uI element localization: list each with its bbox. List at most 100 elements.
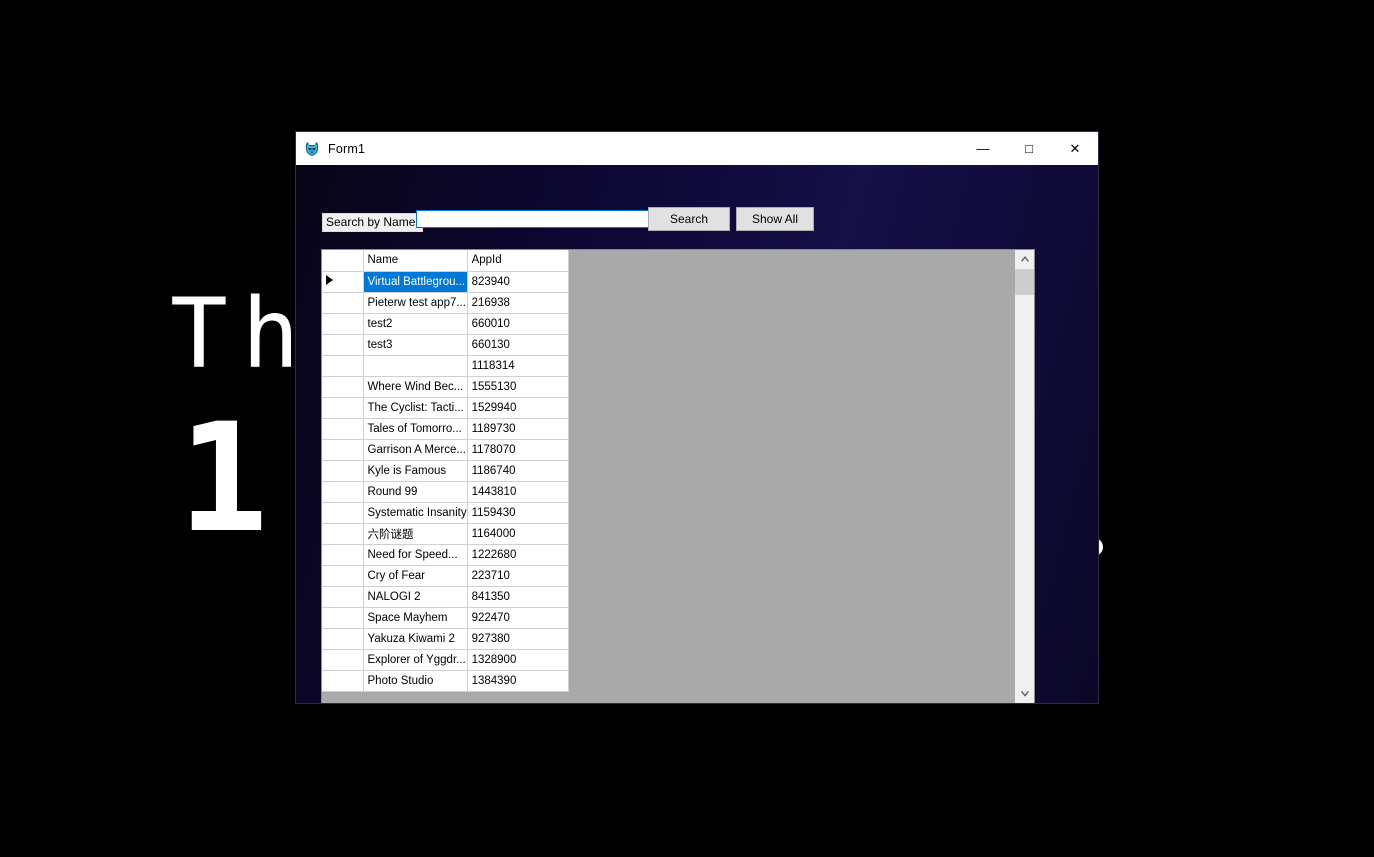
title-bar[interactable]: Form1 — □ ✕ xyxy=(296,132,1098,165)
column-header-appid[interactable]: AppId xyxy=(467,250,569,272)
search-button[interactable]: Search xyxy=(648,207,730,231)
cell-appid[interactable]: 1222680 xyxy=(467,544,569,566)
table-row[interactable]: Pieterw test app7... 216938 xyxy=(322,292,569,314)
cell-appid[interactable]: 1529940 xyxy=(467,397,569,419)
row-header-cell[interactable] xyxy=(322,607,364,629)
table-row[interactable]: test2 660010 xyxy=(322,313,569,335)
row-header-cell[interactable] xyxy=(322,439,364,461)
scrollbar-thumb[interactable] xyxy=(1015,269,1034,295)
scroll-down-arrow-icon[interactable] xyxy=(1015,685,1034,703)
table-row[interactable]: Round 99 1443810 xyxy=(322,481,569,503)
row-header-cell[interactable] xyxy=(322,397,364,419)
grid-vertical-scrollbar[interactable] xyxy=(1014,250,1034,703)
cell-appid[interactable]: 1384390 xyxy=(467,670,569,692)
cell-name[interactable]: Need for Speed... xyxy=(363,544,468,566)
cell-name[interactable]: Kyle is Famous xyxy=(363,460,468,482)
table-row[interactable]: 六阶谜题 1164000 xyxy=(322,523,569,545)
cell-name[interactable]: Tales of Tomorro... xyxy=(363,418,468,440)
table-row[interactable]: Yakuza Kiwami 2 927380 xyxy=(322,628,569,650)
row-header-cell[interactable] xyxy=(322,523,364,545)
close-button[interactable]: ✕ xyxy=(1052,132,1098,165)
row-header-cell[interactable] xyxy=(322,334,364,356)
cell-appid[interactable]: 1164000 xyxy=(467,523,569,545)
table-row[interactable]: Where Wind Bec... 1555130 xyxy=(322,376,569,398)
row-header-cell[interactable] xyxy=(322,292,364,314)
scroll-up-arrow-icon[interactable] xyxy=(1015,250,1034,268)
table-row[interactable]: Kyle is Famous 1186740 xyxy=(322,460,569,482)
cell-appid[interactable]: 1118314 xyxy=(467,355,569,377)
table-row[interactable]: Space Mayhem 922470 xyxy=(322,607,569,629)
cell-appid[interactable]: 660010 xyxy=(467,313,569,335)
cell-appid[interactable]: 1555130 xyxy=(467,376,569,398)
row-header-cell[interactable] xyxy=(322,376,364,398)
cell-name[interactable]: Garrison A Merce... xyxy=(363,439,468,461)
cell-name[interactable]: Virtual Battlegrou... xyxy=(363,271,468,293)
minimize-button[interactable]: — xyxy=(960,132,1006,165)
cell-appid[interactable]: 1189730 xyxy=(467,418,569,440)
cell-appid[interactable]: 922470 xyxy=(467,607,569,629)
cell-name[interactable]: 六阶谜题 xyxy=(363,523,468,545)
row-header-cell[interactable] xyxy=(322,355,364,377)
grid-header-row: Name AppId xyxy=(322,250,569,272)
cell-name[interactable]: test3 xyxy=(363,334,468,356)
row-header-cell[interactable] xyxy=(322,544,364,566)
cell-appid[interactable]: 1178070 xyxy=(467,439,569,461)
cell-appid[interactable]: 660130 xyxy=(467,334,569,356)
cell-name[interactable] xyxy=(363,355,468,377)
cell-name[interactable]: Round 99 xyxy=(363,481,468,503)
row-header-cell[interactable] xyxy=(322,628,364,650)
table-row[interactable]: Virtual Battlegrou... 823940 xyxy=(322,271,569,293)
form-client-area: Search by Name: Search Show All Name App… xyxy=(296,165,1098,703)
maximize-button[interactable]: □ xyxy=(1006,132,1052,165)
cell-appid[interactable]: 823940 xyxy=(467,271,569,293)
show-all-button[interactable]: Show All xyxy=(736,207,814,231)
cell-name[interactable]: test2 xyxy=(363,313,468,335)
row-header-cell[interactable] xyxy=(322,271,364,293)
table-row[interactable]: Tales of Tomorro... 1189730 xyxy=(322,418,569,440)
cell-name[interactable]: Yakuza Kiwami 2 xyxy=(363,628,468,650)
row-header-cell[interactable] xyxy=(322,481,364,503)
window-title: Form1 xyxy=(328,141,366,156)
cell-name[interactable]: Explorer of Yggdr... xyxy=(363,649,468,671)
cell-appid[interactable]: 927380 xyxy=(467,628,569,650)
cell-appid[interactable]: 1328900 xyxy=(467,649,569,671)
row-header-cell[interactable] xyxy=(322,460,364,482)
row-header-cell[interactable] xyxy=(322,586,364,608)
row-header-cell[interactable] xyxy=(322,565,364,587)
table-row[interactable]: The Cyclist: Tacti... 1529940 xyxy=(322,397,569,419)
row-header-cell[interactable] xyxy=(322,502,364,524)
row-header-cell[interactable] xyxy=(322,418,364,440)
cell-name[interactable]: Pieterw test app7... xyxy=(363,292,468,314)
table-row[interactable]: Explorer of Yggdr... 1328900 xyxy=(322,649,569,671)
table-row[interactable]: Photo Studio 1384390 xyxy=(322,670,569,692)
cell-appid[interactable]: 1159430 xyxy=(467,502,569,524)
grid-table: Name AppId Virtual Battlegrou... 823940 Pi… xyxy=(322,250,569,692)
cell-name[interactable]: NALOGI 2 xyxy=(363,586,468,608)
cell-name[interactable]: Systematic Insanity xyxy=(363,502,468,524)
cell-appid[interactable]: 1443810 xyxy=(467,481,569,503)
table-row[interactable]: 1118314 xyxy=(322,355,569,377)
cell-appid[interactable]: 223710 xyxy=(467,565,569,587)
cell-appid[interactable]: 841350 xyxy=(467,586,569,608)
table-row[interactable]: Systematic Insanity 1159430 xyxy=(322,502,569,524)
data-grid-view[interactable]: Name AppId Virtual Battlegrou... 823940 Pi… xyxy=(321,249,1035,703)
cell-name[interactable]: Cry of Fear xyxy=(363,565,468,587)
cell-appid[interactable]: 1186740 xyxy=(467,460,569,482)
search-input[interactable] xyxy=(416,210,666,228)
column-header-select[interactable] xyxy=(322,250,364,272)
row-header-cell[interactable] xyxy=(322,670,364,692)
row-header-cell[interactable] xyxy=(322,649,364,671)
column-header-name[interactable]: Name xyxy=(363,250,468,272)
cell-name[interactable]: The Cyclist: Tacti... xyxy=(363,397,468,419)
table-row[interactable]: test3 660130 xyxy=(322,334,569,356)
table-row[interactable]: Cry of Fear 223710 xyxy=(322,565,569,587)
window-controls: — □ ✕ xyxy=(960,132,1098,165)
row-header-cell[interactable] xyxy=(322,313,364,335)
cell-name[interactable]: Space Mayhem xyxy=(363,607,468,629)
table-row[interactable]: Garrison A Merce... 1178070 xyxy=(322,439,569,461)
cell-appid[interactable]: 216938 xyxy=(467,292,569,314)
cell-name[interactable]: Where Wind Bec... xyxy=(363,376,468,398)
table-row[interactable]: NALOGI 2 841350 xyxy=(322,586,569,608)
table-row[interactable]: Need for Speed... 1222680 xyxy=(322,544,569,566)
cell-name[interactable]: Photo Studio xyxy=(363,670,468,692)
